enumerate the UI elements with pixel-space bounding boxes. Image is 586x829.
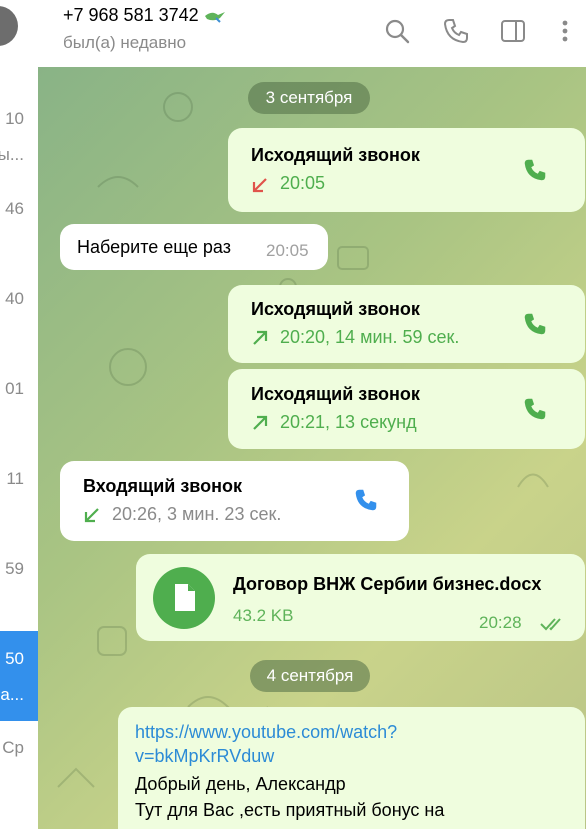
call-title: Входящий звонок	[83, 476, 242, 496]
phone-icon[interactable]	[521, 395, 549, 423]
date-separator: 3 сентября	[248, 82, 370, 114]
call-meta: 20:26, 3 мин. 23 сек.	[112, 504, 282, 524]
contact-phone: +7 968 581 3742	[63, 5, 199, 25]
chat-list-time: Ср	[2, 738, 24, 757]
phone-icon[interactable]	[352, 486, 380, 514]
message-text: Наберите еще раз	[77, 237, 231, 257]
contact-title[interactable]: +7 968 581 3742	[63, 5, 226, 26]
file-message[interactable]: Договор ВНЖ Сербии бизнес.docx 43.2 KB 2…	[136, 554, 585, 641]
call-message[interactable]: Исходящий звонок 20:05	[228, 128, 585, 212]
document-icon[interactable]	[153, 567, 215, 629]
chat-area[interactable]: 3 сентября Исходящий звонок 20:05 Набери…	[38, 67, 586, 829]
call-message[interactable]: Входящий звонок 20:26, 3 мин. 23 сек.	[60, 461, 409, 541]
message-link[interactable]: https://www.youtube.com/watch? v=bkMpKrR…	[135, 722, 397, 767]
link-line: https://www.youtube.com/watch?	[135, 722, 398, 742]
chat-list-time: 50	[5, 649, 24, 668]
bird-emoji-icon	[204, 12, 225, 23]
chat-list-snippet: ы...	[0, 145, 24, 164]
file-name[interactable]: Договор ВНЖ Сербии бизнес.docx	[233, 574, 541, 595]
chat-list-time: 46	[5, 199, 24, 218]
date-separator: 4 сентября	[250, 660, 370, 692]
call-message[interactable]: Исходящий звонок 20:21, 13 секунд	[228, 369, 585, 449]
phone-icon[interactable]	[441, 16, 471, 46]
incoming-message[interactable]: Наберите еще раз 20:05	[60, 224, 328, 270]
outgoing-call-icon	[253, 330, 268, 345]
link-line: v=bkMpKrRVduw	[135, 746, 275, 766]
sidebar-toggle-icon[interactable]	[498, 16, 528, 46]
chat-list-item-active[interactable]: 50 а...	[0, 631, 38, 721]
call-title: Исходящий звонок	[251, 299, 420, 319]
chat-header: +7 968 581 3742 был(а) недавно	[38, 0, 586, 68]
contact-status: был(а) недавно	[63, 33, 187, 52]
call-title: Исходящий звонок	[251, 384, 420, 404]
phone-icon[interactable]	[521, 310, 549, 338]
search-icon[interactable]	[382, 16, 412, 46]
phone-icon[interactable]	[521, 156, 549, 184]
call-message[interactable]: Исходящий звонок 20:20, 14 мин. 59 сек.	[228, 285, 585, 363]
chat-list-sidebar: 10 ы... 46 40 01 11 59 50 а... Ср	[0, 0, 39, 829]
message-text: Добрый день, Александр	[135, 774, 346, 794]
file-size: 43.2 KB	[233, 606, 294, 625]
chat-list-time: 01	[5, 379, 24, 398]
chat-list-time: 10	[5, 109, 24, 128]
outgoing-call-icon	[253, 415, 268, 430]
outgoing-message[interactable]: https://www.youtube.com/watch? v=bkMpKrR…	[118, 707, 585, 829]
chat-list-time: 59	[5, 559, 24, 578]
message-text: Тут для Вас ,есть приятный бонус на	[135, 800, 445, 820]
avatar[interactable]	[0, 6, 18, 46]
call-title: Исходящий звонок	[251, 145, 420, 165]
chat-list-time: 40	[5, 289, 24, 308]
chat-list-snippet: а...	[0, 685, 24, 704]
outgoing-missed-call-icon	[252, 178, 267, 193]
call-meta: 20:20, 14 мин. 59 сек.	[280, 327, 460, 347]
call-meta: 20:21, 13 секунд	[280, 412, 417, 432]
call-meta: 20:05	[280, 173, 326, 193]
message-time: 20:05	[266, 241, 309, 260]
message-time: 20:28	[479, 613, 522, 632]
incoming-call-icon	[84, 508, 99, 523]
more-options-icon[interactable]	[550, 16, 580, 46]
chat-list-time: 11	[6, 469, 24, 488]
read-checkmarks-icon	[540, 618, 561, 631]
